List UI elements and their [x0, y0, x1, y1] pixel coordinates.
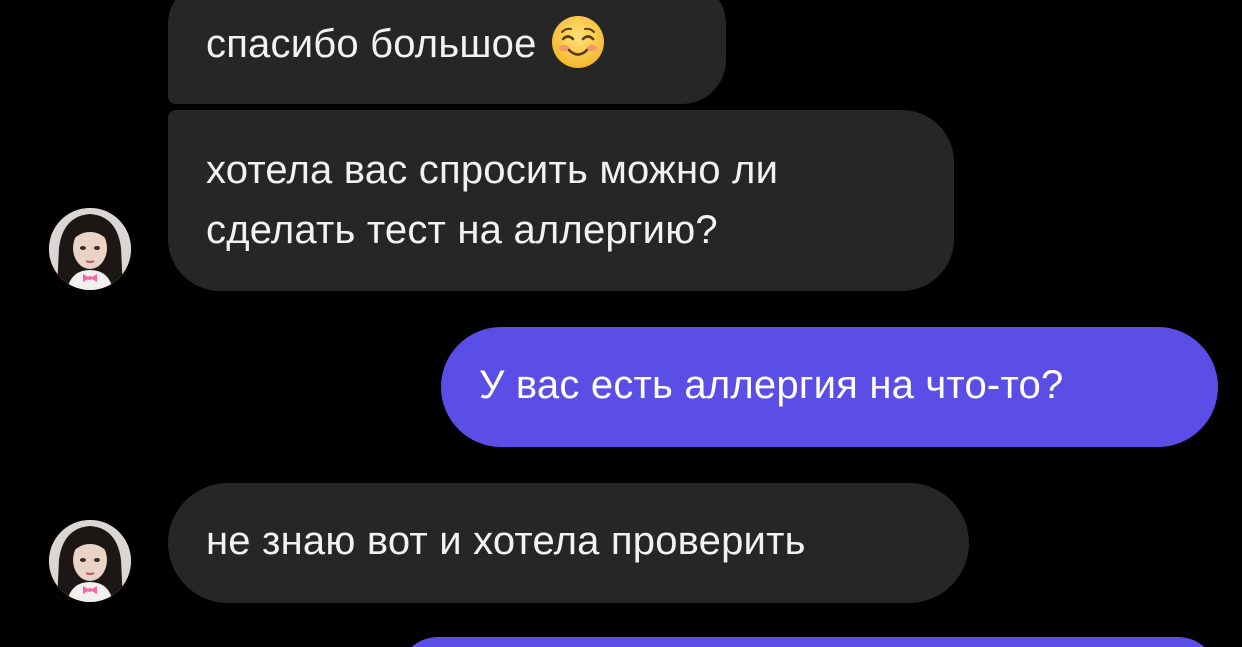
outgoing-message-bubble[interactable]: У вас есть аллергия на что-то? — [441, 327, 1218, 447]
message-text: спасибо большое — [206, 22, 537, 66]
message-text-line: хотела вас спросить можно ли — [206, 148, 779, 192]
incoming-message-bubble[interactable]: хотела вас спросить можно ли сделать тес… — [168, 110, 954, 291]
incoming-message-bubble[interactable]: спасибо большое — [168, 0, 726, 104]
message-text: не знаю вот и хотела проверить — [206, 519, 806, 563]
contact-avatar[interactable] — [49, 208, 131, 290]
smiling-face-emoji-icon — [551, 15, 605, 69]
incoming-message-bubble[interactable]: не знаю вот и хотела проверить — [168, 483, 969, 603]
contact-avatar[interactable] — [49, 520, 131, 602]
outgoing-message-bubble[interactable] — [398, 637, 1218, 647]
message-text: У вас есть аллергия на что-то? — [479, 363, 1064, 407]
message-text-line: сделать тест на аллергию? — [206, 208, 718, 252]
